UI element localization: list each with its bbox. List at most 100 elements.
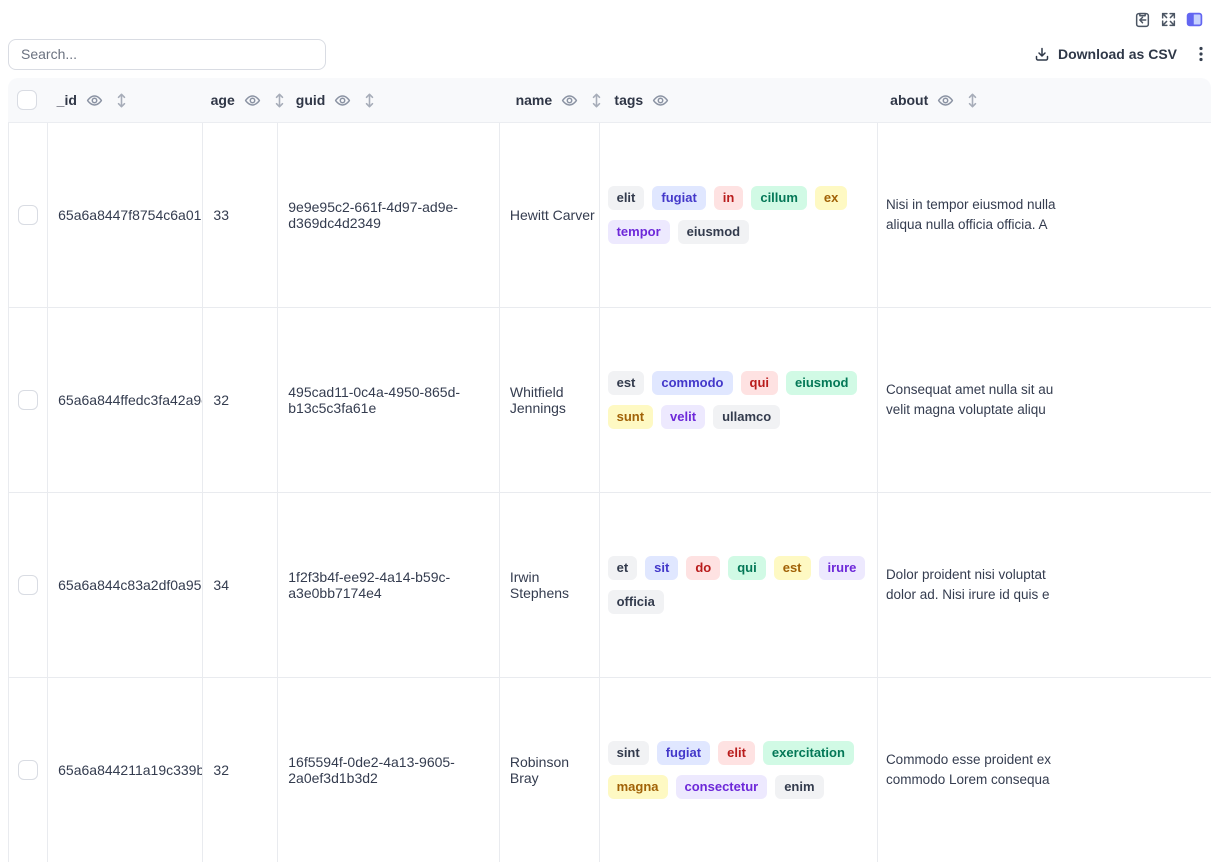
search-input[interactable] (8, 39, 326, 70)
tag-chip: irure (819, 556, 866, 580)
download-csv-label: Download as CSV (1058, 46, 1177, 62)
top-toolbar (0, 0, 1211, 30)
column-header-age: age (201, 92, 286, 109)
eye-icon[interactable] (86, 92, 103, 109)
eye-icon[interactable] (334, 92, 351, 109)
cell-guid: 16f5594f-0de2-4a13-9605-2a0ef3d1b3d2 (278, 678, 500, 862)
cell-about: Consequat amet nulla sit auvelit magna v… (878, 308, 1211, 492)
table-row: 65a6a844ffedc3fa42a9e65e 32 495cad11-0c4… (9, 308, 1211, 493)
cell-about: Commodo esse proident excommodo Lorem co… (878, 678, 1211, 862)
column-label: name (516, 92, 553, 108)
sort-icon[interactable] (966, 92, 979, 109)
checkbox-cell (9, 123, 48, 307)
table-row: 65a6a8447f8754c6a0133f79 33 9e9e95c2-661… (9, 123, 1211, 308)
table-row: 65a6a844c83a2df0a95a76ee 34 1f2f3b4f-ee9… (9, 493, 1211, 678)
cell-age: 33 (203, 123, 278, 307)
cell-name: Hewitt Carver (500, 123, 600, 307)
data-table: _id age (8, 78, 1211, 862)
tag-chip: elit (718, 741, 755, 765)
cell-name: Irwin Stephens (500, 493, 600, 677)
about-text-line: velit magna voluptate aliqu (886, 400, 1046, 420)
sort-icon[interactable] (115, 92, 128, 109)
tag-chip: ex (815, 186, 847, 210)
sort-icon[interactable] (590, 92, 603, 109)
cell-age: 32 (203, 308, 278, 492)
cell-guid: 1f2f3b4f-ee92-4a14-b59c-a3e0bb7174e4 (278, 493, 500, 677)
tag-chip: cillum (751, 186, 807, 210)
cell-tags: etsitdoquiestirureofficia (600, 493, 878, 677)
tag-chip: velit (661, 405, 705, 429)
table-row: 65a6a844211a19c339b3e3d3 32 16f5594f-0de… (9, 678, 1211, 862)
row-checkbox[interactable] (18, 575, 38, 595)
table-body: 65a6a8447f8754c6a0133f79 33 9e9e95c2-661… (8, 123, 1211, 862)
cell-tags: estcommodoquieiusmodsuntvelitullamco (600, 308, 878, 492)
cell-id: 65a6a8447f8754c6a0133f79 (48, 123, 203, 307)
tag-chip: officia (608, 590, 664, 614)
about-text-line: commodo Lorem consequa (886, 770, 1050, 790)
column-label: tags (614, 92, 643, 108)
tag-chip: do (686, 556, 720, 580)
tag-chip: magna (608, 775, 668, 799)
column-label: _id (57, 92, 77, 108)
cell-about: Dolor proident nisi voluptatdolor ad. Ni… (878, 493, 1211, 677)
download-csv-button[interactable]: Download as CSV (1034, 46, 1177, 62)
eye-icon[interactable] (937, 92, 954, 109)
tag-chip: eiusmod (678, 220, 749, 244)
expand-icon[interactable] (1160, 11, 1177, 28)
column-header-guid: guid (286, 92, 506, 109)
row-checkbox[interactable] (18, 205, 38, 225)
column-label: age (211, 92, 235, 108)
table-header-row: _id age (8, 78, 1211, 123)
eye-icon[interactable] (561, 92, 578, 109)
tag-chip: exercitation (763, 741, 854, 765)
tag-chip: tempor (608, 220, 670, 244)
column-header-about: about (880, 92, 1211, 109)
tag-chip: qui (728, 556, 766, 580)
download-icon (1034, 46, 1050, 62)
cell-name: Whitfield Jennings (500, 308, 600, 492)
column-label: about (890, 92, 928, 108)
cell-name: Robinson Bray (500, 678, 600, 862)
about-text-line: Consequat amet nulla sit au (886, 380, 1053, 400)
table-view-icon[interactable] (1186, 11, 1203, 28)
about-text-line: dolor ad. Nisi irure id quis e (886, 585, 1050, 605)
column-label: guid (296, 92, 326, 108)
tag-chip: enim (775, 775, 823, 799)
cell-about: Nisi in tempor eiusmod nullaaliqua nulla… (878, 123, 1211, 307)
checkbox-cell (9, 493, 48, 677)
cell-id: 65a6a844c83a2df0a95a76ee (48, 493, 203, 677)
clipboard-import-icon[interactable] (1134, 11, 1151, 28)
tag-chip: est (774, 556, 811, 580)
about-text-line: Dolor proident nisi voluptat (886, 565, 1046, 585)
row-checkbox[interactable] (18, 760, 38, 780)
cell-age: 34 (203, 493, 278, 677)
tag-chip: sint (608, 741, 649, 765)
column-header-name: name (506, 92, 605, 109)
sort-icon[interactable] (273, 92, 286, 109)
cell-id: 65a6a844211a19c339b3e3d3 (48, 678, 203, 862)
eye-icon[interactable] (244, 92, 261, 109)
column-header-tags: tags (604, 92, 880, 109)
row-checkbox[interactable] (18, 390, 38, 410)
column-header-_id: _id (47, 92, 201, 109)
select-all-checkbox[interactable] (17, 90, 37, 110)
header-checkbox-cell (8, 90, 47, 110)
sort-icon[interactable] (363, 92, 376, 109)
tag-chip: eiusmod (786, 371, 857, 395)
cell-guid: 9e9e95c2-661f-4d97-ad9e-d369dc4d2349 (278, 123, 500, 307)
tag-chip: qui (741, 371, 779, 395)
eye-icon[interactable] (652, 92, 669, 109)
kebab-menu-icon[interactable] (1199, 46, 1203, 62)
controls-right: Download as CSV (1034, 46, 1203, 62)
tag-chip: fugiat (652, 186, 705, 210)
data-grid-page: Download as CSV _id (0, 0, 1211, 862)
about-text-line: Nisi in tempor eiusmod nulla (886, 195, 1056, 215)
checkbox-cell (9, 678, 48, 862)
controls-row: Download as CSV (0, 30, 1211, 70)
cell-tags: elitfugiatincillumextemporeiusmod (600, 123, 878, 307)
tag-chip: consectetur (676, 775, 768, 799)
cell-age: 32 (203, 678, 278, 862)
about-text-line: Commodo esse proident ex (886, 750, 1051, 770)
tag-chip: commodo (652, 371, 732, 395)
tag-chip: est (608, 371, 645, 395)
